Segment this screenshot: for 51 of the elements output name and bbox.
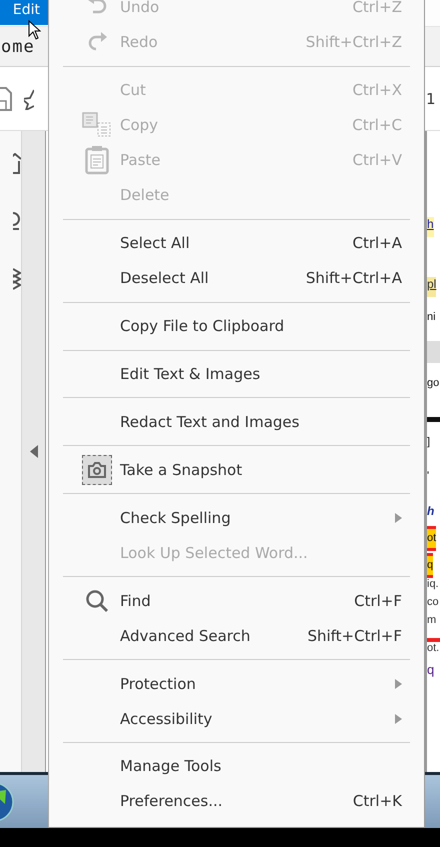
submenu-arrow-icon: [395, 512, 402, 523]
document-text: iq.: [427, 578, 439, 592]
menu-item[interactable]: Accessibility: [49, 701, 424, 736]
shortcut-text: Ctrl+F: [354, 592, 402, 610]
menu-item[interactable]: Redact Text and Images: [49, 404, 424, 440]
menu-item[interactable]: Edit Text & Images: [49, 356, 424, 392]
menu-item[interactable]: Check Spelling: [49, 500, 424, 536]
document-text: h: [427, 504, 434, 520]
document-text: pl: [427, 277, 436, 297]
menu-item[interactable]: Find Ctrl+F: [49, 583, 424, 618]
shortcut-text: Ctrl+Z: [352, 0, 402, 16]
submenu-arrow-icon: [395, 678, 402, 689]
menu-item[interactable]: Manage Tools: [49, 749, 424, 784]
camera-icon: [82, 454, 112, 485]
document-text: co: [427, 596, 439, 610]
table-header-band: [427, 341, 440, 363]
page-number: 1: [426, 90, 436, 108]
menu-item[interactable]: Deselect All Shift+Ctrl+A: [49, 260, 424, 296]
document-text: q: [427, 662, 434, 679]
menu-item[interactable]: Protection: [49, 666, 424, 702]
start-orb-icon[interactable]: [0, 782, 14, 822]
menu-item[interactable]: Copy File to Clipboard: [49, 308, 424, 344]
shortcut-text: Shift+Ctrl+A: [306, 269, 402, 288]
menu-item[interactable]: Advanced Search Shift+Ctrl+F: [49, 618, 424, 654]
shortcut-text: Ctrl+V: [352, 151, 402, 170]
taskbar: [425, 772, 440, 828]
save-icon[interactable]: [0, 86, 12, 110]
shortcut-text: Ctrl+A: [352, 234, 402, 252]
menu-item[interactable]: Preferences... Ctrl+K: [49, 784, 424, 819]
document-text: ': [427, 470, 430, 484]
submenu-arrow-icon: [395, 714, 402, 724]
clipboard-icon: [84, 145, 108, 176]
document-text: go: [427, 377, 440, 391]
shortcut-text: Ctrl+X: [352, 81, 402, 100]
menu-item[interactable]: Take a Snapshot: [49, 452, 424, 488]
search-icon: [84, 588, 108, 613]
copy-icon: [82, 112, 112, 138]
document-text: h: [427, 217, 434, 237]
document-text: q: [427, 553, 434, 578]
document-text: m: [427, 614, 436, 628]
collapse-arrow-icon[interactable]: [30, 445, 38, 458]
shortcut-text: Shift+Ctrl+Z: [306, 33, 402, 52]
menu-item[interactable]: Select All Ctrl+A: [49, 226, 424, 261]
shortcut-text: Ctrl+C: [352, 116, 402, 134]
document-text: ot.: [427, 642, 440, 656]
shortcut-text: Shift+Ctrl+F: [307, 626, 402, 645]
shortcut-text: Ctrl+K: [352, 792, 402, 810]
menu-bar-item[interactable]: Edit: [0, 0, 48, 25]
document-text: ni: [427, 311, 436, 325]
document-text: ]: [427, 436, 430, 450]
tab[interactable]: ome: [1, 36, 35, 56]
